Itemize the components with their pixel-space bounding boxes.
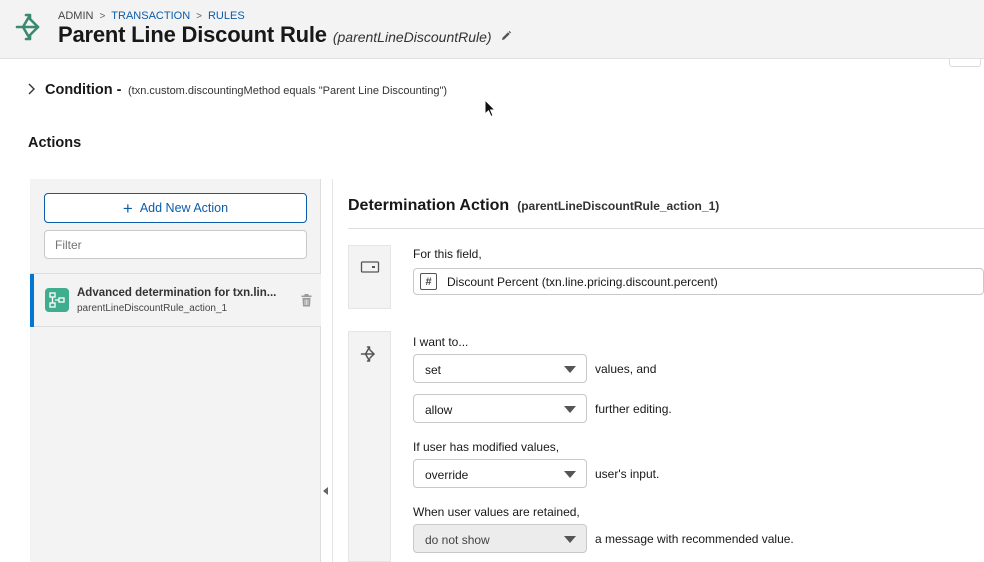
action-section-icon-box bbox=[348, 331, 391, 562]
field-icon bbox=[360, 261, 380, 273]
breadcrumb-transaction[interactable]: TRANSACTION bbox=[111, 10, 190, 22]
retained-select-value: do not show bbox=[425, 533, 490, 547]
editing-select[interactable]: allow bbox=[413, 394, 587, 423]
active-indicator bbox=[30, 274, 34, 327]
modified-select[interactable]: override bbox=[413, 459, 587, 488]
action-after-text: values, and bbox=[595, 362, 657, 376]
want-label: I want to... bbox=[413, 335, 469, 349]
breadcrumb-admin: ADMIN bbox=[58, 10, 94, 22]
action-list-item[interactable]: Advanced determination for txn.lin... pa… bbox=[30, 274, 321, 327]
caret-down-icon bbox=[564, 536, 576, 543]
editing-after-text: further editing. bbox=[595, 402, 672, 416]
share-branch-icon bbox=[360, 346, 375, 362]
pencil-edit-icon[interactable] bbox=[500, 30, 512, 42]
page-api-name: (parentLineDiscountRule) bbox=[332, 29, 492, 45]
action-select[interactable]: set bbox=[413, 354, 587, 383]
title-row: Parent Line Discount Rule (parentLineDis… bbox=[58, 22, 512, 48]
trash-icon[interactable] bbox=[301, 294, 312, 307]
determination-title: Determination Action bbox=[348, 197, 510, 214]
field-value: Discount Percent (txn.line.pricing.disco… bbox=[447, 275, 718, 289]
number-type-icon: # bbox=[420, 273, 437, 290]
add-new-action-label: Add New Action bbox=[139, 201, 229, 215]
determination-title-row: Determination Action (parentLineDiscount… bbox=[348, 197, 719, 215]
caret-down-icon bbox=[564, 471, 576, 478]
share-branch-icon bbox=[15, 13, 40, 41]
action-select-value: set bbox=[425, 363, 442, 377]
field-lookup[interactable]: # Discount Percent (txn.line.pricing.dis… bbox=[413, 268, 984, 295]
action-item-subtitle: parentLineDiscountRule_action_1 bbox=[77, 303, 228, 314]
breadcrumb-rules[interactable]: RULES bbox=[208, 10, 245, 22]
divider bbox=[348, 228, 984, 229]
flow-icon bbox=[45, 288, 69, 312]
caret-down-icon bbox=[564, 406, 576, 413]
retained-after-text: a message with recommended value. bbox=[595, 532, 794, 546]
utility-tab[interactable] bbox=[949, 59, 981, 67]
actions-title: Actions bbox=[28, 135, 82, 151]
condition-expression: (txn.custom.discountingMethod equals "Pa… bbox=[128, 85, 448, 97]
page-title: Parent Line Discount Rule bbox=[58, 22, 327, 47]
breadcrumb: ADMIN > TRANSACTION > RULES bbox=[58, 10, 245, 22]
panel-splitter[interactable] bbox=[321, 179, 333, 562]
editing-select-value: allow bbox=[425, 403, 453, 417]
field-section-icon-box bbox=[348, 245, 391, 309]
collapse-left-icon[interactable] bbox=[323, 487, 329, 495]
modified-after-text: user's input. bbox=[595, 467, 660, 481]
determination-api-name: (parentLineDiscountRule_action_1) bbox=[517, 199, 720, 213]
page-header: ADMIN > TRANSACTION > RULES Parent Line … bbox=[0, 0, 984, 59]
retained-label: When user values are retained, bbox=[413, 505, 580, 519]
actions-list-panel: + Add New Action Advanced determination … bbox=[30, 179, 321, 562]
condition-label[interactable]: Condition - bbox=[45, 82, 122, 98]
breadcrumb-separator: > bbox=[196, 10, 202, 22]
filter-input[interactable] bbox=[44, 230, 307, 259]
modified-select-value: override bbox=[425, 468, 469, 482]
breadcrumb-separator: > bbox=[99, 10, 106, 22]
action-item-title: Advanced determination for txn.lin... bbox=[77, 287, 277, 299]
mouse-cursor-icon bbox=[484, 99, 496, 118]
plus-icon: + bbox=[122, 198, 133, 218]
chevron-right-icon[interactable] bbox=[26, 82, 36, 96]
caret-down-icon bbox=[564, 366, 576, 373]
retained-select[interactable]: do not show bbox=[413, 524, 587, 553]
modified-label: If user has modified values, bbox=[413, 440, 560, 454]
add-new-action-button[interactable]: + Add New Action bbox=[44, 193, 307, 223]
field-label: For this field, bbox=[413, 247, 482, 261]
